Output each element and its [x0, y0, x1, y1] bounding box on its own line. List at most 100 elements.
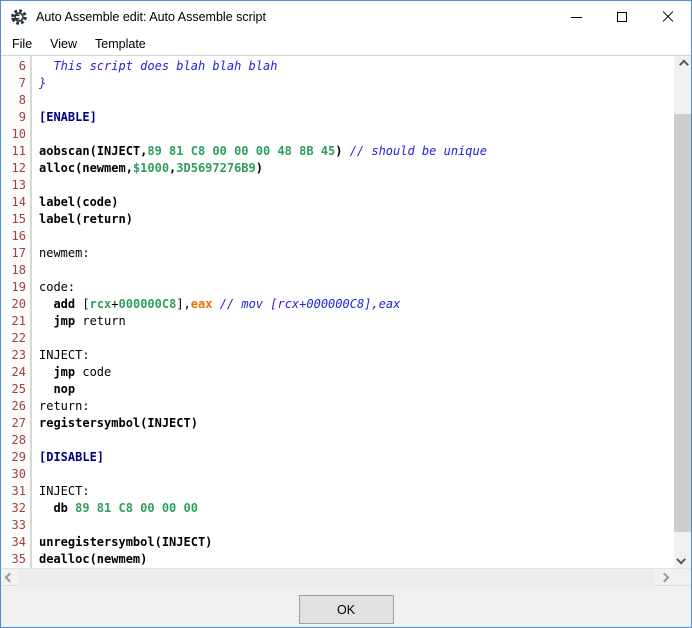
code-segment: label(return) — [39, 212, 133, 226]
horizontal-scrollbar[interactable] — [1, 569, 673, 585]
vertical-scroll-thumb[interactable] — [674, 114, 691, 532]
scroll-left-arrow-icon[interactable] — [1, 569, 18, 586]
code-segment: + — [111, 297, 118, 311]
code-line[interactable] — [39, 228, 674, 245]
horizontal-scroll-thumb[interactable] — [19, 569, 655, 586]
code-line[interactable]: jmp return — [39, 313, 674, 330]
code-line[interactable]: This script does blah blah blah — [39, 58, 674, 75]
code-line[interactable]: } — [39, 75, 674, 92]
code-line[interactable]: db 89 81 C8 00 00 00 — [39, 500, 674, 517]
line-number: 19 — [1, 279, 26, 296]
code-segment: INJECT: — [39, 348, 90, 362]
title-bar: Auto Assemble edit: Auto Assemble script — [1, 1, 691, 33]
code-line[interactable]: dealloc(newmem) — [39, 551, 674, 568]
code-line[interactable] — [39, 262, 674, 279]
code-line[interactable]: aobscan(INJECT,89 81 C8 00 00 00 48 8B 4… — [39, 143, 674, 160]
line-number: 11 — [1, 143, 26, 160]
scroll-right-arrow-icon[interactable] — [656, 569, 673, 586]
horizontal-scrollbar-row — [1, 568, 691, 585]
code-line[interactable]: INJECT: — [39, 483, 674, 500]
code-line[interactable] — [39, 92, 674, 109]
line-number: 26 — [1, 398, 26, 415]
cheat-engine-gear-icon — [10, 8, 28, 26]
code-line[interactable]: add [rcx+000000C8],eax // mov [rcx+00000… — [39, 296, 674, 313]
menu-file[interactable]: File — [3, 35, 41, 53]
code-line[interactable]: INJECT: — [39, 347, 674, 364]
code-line[interactable]: nop — [39, 381, 674, 398]
code-line[interactable]: return: — [39, 398, 674, 415]
close-icon — [662, 11, 674, 23]
vertical-scrollbar[interactable] — [674, 56, 691, 568]
code-line[interactable] — [39, 126, 674, 143]
maximize-icon — [617, 12, 627, 22]
code-segment: 89 81 C8 00 00 00 48 8B 45 — [147, 144, 335, 158]
window-title: Auto Assemble edit: Auto Assemble script — [36, 10, 553, 24]
scroll-down-arrow-icon[interactable] — [674, 551, 691, 568]
line-number: 8 — [1, 92, 26, 109]
minimize-button[interactable] — [553, 1, 599, 33]
line-number: 22 — [1, 330, 26, 347]
line-number: 14 — [1, 194, 26, 211]
code-line[interactable]: label(return) — [39, 211, 674, 228]
code-segment: jmp — [39, 365, 82, 379]
line-number: 27 — [1, 415, 26, 432]
code-segment: jmp — [39, 314, 82, 328]
code-segment: [ENABLE] — [39, 110, 97, 124]
maximize-button[interactable] — [599, 1, 645, 33]
code-segment: } — [39, 76, 46, 90]
code-line[interactable] — [39, 177, 674, 194]
line-number: 6 — [1, 58, 26, 75]
line-number: 25 — [1, 381, 26, 398]
code-line[interactable]: alloc(newmem,$1000,3D5697276B9) — [39, 160, 674, 177]
line-number: 30 — [1, 466, 26, 483]
code-segment: aobscan(INJECT, — [39, 144, 147, 158]
line-number: 31 — [1, 483, 26, 500]
code-segment: $1000 — [133, 161, 169, 175]
menu-bar: File View Template — [1, 33, 691, 55]
code-line[interactable]: registersymbol(INJECT) — [39, 415, 674, 432]
minimize-icon — [571, 17, 582, 18]
code-segment: dealloc(newmem) — [39, 552, 147, 566]
code-segment — [342, 144, 349, 158]
code-segment: add — [39, 297, 82, 311]
code-line[interactable] — [39, 432, 674, 449]
bottom-panel: OK — [1, 585, 691, 627]
line-number: 33 — [1, 517, 26, 534]
code-segment: unregistersymbol(INJECT) — [39, 535, 212, 549]
code-segment: return — [82, 314, 125, 328]
code-segment — [212, 297, 219, 311]
ok-button[interactable]: OK — [299, 595, 394, 624]
code-segment: alloc(newmem, — [39, 161, 133, 175]
code-line[interactable]: newmem: — [39, 245, 674, 262]
code-segment: nop — [39, 382, 75, 396]
code-segment: db — [39, 501, 75, 515]
code-line[interactable]: label(code) — [39, 194, 674, 211]
scroll-up-arrow-icon[interactable] — [674, 56, 691, 73]
code-line[interactable]: unregistersymbol(INJECT) — [39, 534, 674, 551]
code-area[interactable]: This script does blah blah blah} [ENABLE]… — [32, 56, 674, 568]
code-line[interactable]: jmp code — [39, 364, 674, 381]
code-segment: registersymbol(INJECT) — [39, 416, 198, 430]
code-line[interactable]: [ENABLE] — [39, 109, 674, 126]
code-segment: rcx — [90, 297, 112, 311]
code-segment: // mov [rcx+000000C8],eax — [220, 297, 401, 311]
code-line[interactable]: [DISABLE] — [39, 449, 674, 466]
line-number: 34 — [1, 534, 26, 551]
code-line[interactable] — [39, 330, 674, 347]
menu-template[interactable]: Template — [86, 35, 155, 53]
code-segment: ) — [256, 161, 263, 175]
code-line[interactable]: code: — [39, 279, 674, 296]
line-number: 10 — [1, 126, 26, 143]
code-line[interactable] — [39, 466, 674, 483]
code-line[interactable] — [39, 517, 674, 534]
menu-view[interactable]: View — [41, 35, 86, 53]
code-segment: eax — [191, 297, 213, 311]
line-number: 9 — [1, 109, 26, 126]
line-number: 13 — [1, 177, 26, 194]
line-number: 15 — [1, 211, 26, 228]
code-segment: return: — [39, 399, 90, 413]
code-segment: 89 81 C8 00 00 00 — [75, 501, 198, 515]
code-segment: 000000C8 — [119, 297, 177, 311]
close-button[interactable] — [645, 1, 691, 33]
line-number: 18 — [1, 262, 26, 279]
